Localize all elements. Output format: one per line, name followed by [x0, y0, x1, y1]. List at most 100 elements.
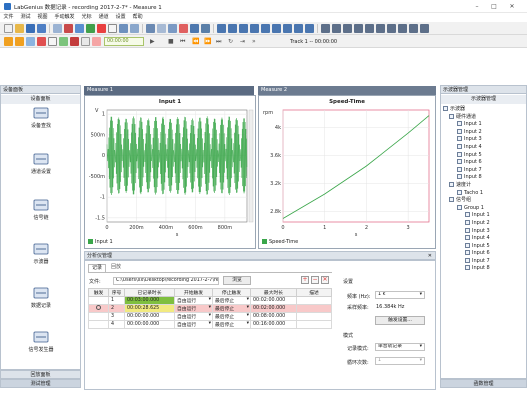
rewind-icon[interactable]: ⏪ — [192, 38, 199, 45]
tree-hw-input[interactable]: Input 8 — [443, 174, 525, 182]
tree-group-input[interactable]: Input 5 — [443, 242, 525, 251]
grid-icon[interactable] — [130, 24, 139, 33]
trigger-gear-icon[interactable] — [15, 37, 24, 46]
tree-group-input[interactable]: Input 3 — [443, 227, 525, 236]
crosshair-icon[interactable] — [409, 24, 418, 33]
table-icon[interactable] — [157, 24, 166, 33]
record-mode-select[interactable]: 单音轨记录 ▾ — [375, 343, 425, 351]
cell-stop[interactable]: 最后停止 ▾ — [212, 320, 251, 329]
nav-item-2[interactable]: 信号链 — [1, 198, 81, 221]
table-row[interactable]: 4 00:00:00.000 自由运行 ▾ 最后停止 ▾ 00:16:00.000 — [88, 320, 332, 329]
step-icon[interactable]: ⇥ — [240, 38, 245, 45]
panel-close-icon[interactable]: ✕ — [428, 252, 432, 260]
record-stop-icon[interactable] — [70, 37, 79, 46]
disconnect-icon[interactable] — [64, 24, 73, 33]
forward-icon[interactable]: ⏩ — [204, 38, 211, 45]
save-icon[interactable] — [26, 24, 35, 33]
menu-settings[interactable]: 设置 — [112, 13, 129, 22]
layout-3-icon[interactable] — [239, 24, 248, 33]
minimize-button[interactable]: – — [470, 1, 484, 12]
menu-view[interactable]: 视图 — [34, 13, 51, 22]
menu-test[interactable]: 测试 — [17, 13, 34, 22]
tree-group[interactable]: Group 1 — [443, 204, 525, 213]
cell-start[interactable]: 自由运行 ▾ — [174, 320, 213, 329]
tree-group-input[interactable]: Input 1 — [443, 212, 525, 220]
layout-6-icon[interactable] — [272, 24, 281, 33]
tree-hw-input[interactable]: Input 6 — [443, 159, 525, 167]
remove-icon[interactable]: − — [311, 276, 319, 284]
stop-square-icon[interactable] — [48, 37, 57, 46]
tree-speed-group[interactable]: 速度计 — [443, 181, 525, 190]
tree-signal-group[interactable]: 信号组 — [443, 197, 525, 205]
layout-5-icon[interactable] — [261, 24, 270, 33]
cell-start[interactable]: 自由运行 ▾ — [174, 304, 213, 313]
freq-select[interactable]: 1 k ▾ — [375, 291, 425, 299]
playback-panel-tab[interactable]: 回放面板 — [0, 370, 81, 379]
close-button[interactable]: ✕ — [505, 1, 519, 12]
new-file-icon[interactable] — [4, 24, 13, 33]
skip-start-icon[interactable]: ⏮ — [180, 38, 185, 46]
marker-icon[interactable] — [92, 37, 101, 46]
menu-manual-trigger[interactable]: 手动触发 — [51, 13, 78, 22]
tree-hw-input[interactable]: Input 4 — [443, 143, 525, 152]
tree-group-input[interactable]: Input 8 — [443, 265, 525, 273]
table-row[interactable]: 1 00:03:00.000 自由运行 ▾ 最后停止 ▾ 00:02:00.000 — [88, 296, 332, 305]
tree-tacho[interactable]: Tacho 1 — [443, 189, 525, 198]
nav-item-4[interactable]: 数据记录 — [1, 286, 81, 309]
tree-group-input[interactable]: Input 6 — [443, 250, 525, 258]
window-icon[interactable] — [168, 24, 177, 33]
stop-play-icon[interactable]: ■ — [168, 38, 174, 45]
peak-icon[interactable] — [354, 24, 363, 33]
loop-count-field[interactable]: 1 ▾ — [375, 357, 425, 365]
trigger-settings-button[interactable]: 触发设置... — [375, 316, 425, 325]
layout-7-icon[interactable] — [283, 24, 292, 33]
layout-8-icon[interactable] — [294, 24, 303, 33]
playback-tab[interactable]: 回放 — [107, 264, 125, 272]
tree-group-input[interactable]: Input 7 — [443, 257, 525, 266]
clear-icon[interactable]: ✕ — [321, 276, 329, 284]
cell-stop[interactable]: 最后停止 ▾ — [212, 304, 251, 313]
settings-gear-icon[interactable] — [4, 37, 13, 46]
plot2-chart[interactable]: 4k 3.6k 3.2k 2.8k 0 1 2 3 rpm s — [259, 96, 435, 248]
pause-icon[interactable] — [81, 37, 90, 46]
run-icon[interactable] — [59, 37, 68, 46]
nav-item-3[interactable]: 示波器 — [1, 242, 81, 265]
nav-item-0[interactable]: 设备查找 — [1, 106, 81, 129]
zoom-out-icon[interactable] — [376, 24, 385, 33]
save-as-icon[interactable] — [37, 24, 46, 33]
function-manager-tab[interactable]: 函数管理 — [440, 379, 527, 388]
zoom-in-icon[interactable] — [365, 24, 374, 33]
loop-icon[interactable]: ↻ — [228, 38, 233, 45]
link-icon[interactable] — [75, 24, 84, 33]
alarm-icon[interactable] — [179, 24, 188, 33]
tree-root[interactable]: 示波器 — [443, 106, 525, 114]
browse-button[interactable]: 浏览 — [223, 276, 251, 285]
play-icon[interactable]: ▶ — [150, 38, 155, 45]
measure1-tab[interactable]: Measure 1 — [84, 86, 254, 95]
tree-hw-input[interactable]: Input 2 — [443, 128, 525, 137]
cell-start[interactable]: 自由运行 ▾ — [174, 312, 213, 321]
maximize-button[interactable]: □ — [487, 1, 501, 12]
table-row[interactable]: 3 00:00:00.000 自由运行 ▾ 最后停止 ▾ 00:08:00.000 — [88, 312, 332, 321]
layout-icon[interactable] — [119, 24, 128, 33]
menu-file[interactable]: 文件 — [0, 13, 17, 22]
layout-1-icon[interactable] — [217, 24, 226, 33]
test-manager-tab[interactable]: 测试管理 — [0, 379, 81, 388]
tree-group-input[interactable]: Input 4 — [443, 235, 525, 243]
nav-item-5[interactable]: 信号发生器 — [1, 330, 81, 353]
disk-icon[interactable] — [26, 37, 35, 46]
measure-icon[interactable] — [420, 24, 429, 33]
table-row[interactable]: 2 00:00:28.625 自由运行 ▾ 最后停止 ▾ 00:02:00.000 — [88, 304, 332, 313]
file-path-field[interactable]: C:\Users\xx\Desktop\recording 2017-2-7\r… — [113, 277, 219, 285]
nav-item-1[interactable]: 通道设置 — [1, 152, 81, 175]
tree-hw-input[interactable]: Input 3 — [443, 136, 525, 144]
stop-icon[interactable] — [108, 24, 117, 33]
cursor-h-icon[interactable] — [321, 24, 330, 33]
chart-icon[interactable] — [146, 24, 155, 33]
menu-cursor[interactable]: 光标 — [78, 13, 95, 22]
add-icon[interactable]: + — [301, 276, 309, 284]
tree-hw-input[interactable]: Input 7 — [443, 166, 525, 175]
tree-group-input[interactable]: Input 2 — [443, 219, 525, 228]
export-icon[interactable] — [190, 24, 199, 33]
skip-end-icon[interactable]: ⏭ — [216, 38, 221, 46]
